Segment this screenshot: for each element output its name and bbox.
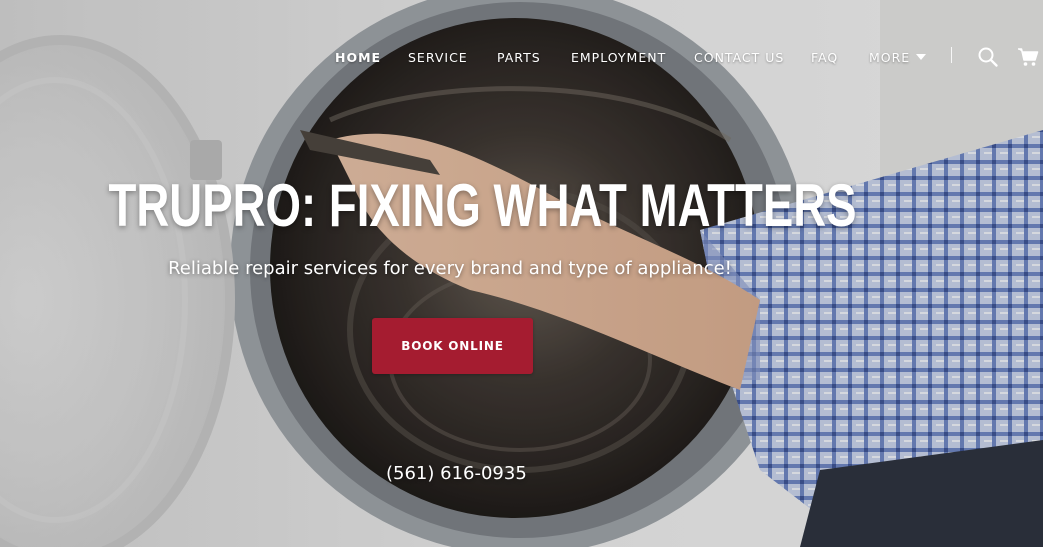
nav-item-more[interactable]: MORE xyxy=(869,44,927,72)
nav-divider xyxy=(951,47,952,63)
main-nav: HOME SERVICE PARTS EMPLOYMENT CONTACT US… xyxy=(0,44,1043,72)
nav-item-service[interactable]: SERVICE xyxy=(408,44,468,72)
search-icon[interactable] xyxy=(977,46,999,68)
nav-item-home[interactable]: HOME xyxy=(335,44,381,72)
chevron-down-icon xyxy=(916,53,927,60)
cart-icon[interactable] xyxy=(1017,46,1039,68)
hero-headline: TRUPRO: FIXING WHAT MATTERS xyxy=(108,172,857,239)
hero-section: HOME SERVICE PARTS EMPLOYMENT CONTACT US… xyxy=(0,0,1043,547)
phone-number-link[interactable]: (561) 616-0935 xyxy=(386,462,527,486)
nav-item-parts[interactable]: PARTS xyxy=(497,44,541,72)
hero-subtext: Reliable repair services for every brand… xyxy=(168,258,732,279)
book-online-button[interactable]: BOOK ONLINE xyxy=(372,318,533,374)
nav-item-contact-us[interactable]: CONTACT US xyxy=(694,44,784,72)
nav-item-faq[interactable]: FAQ xyxy=(811,44,838,72)
nav-item-employment[interactable]: EMPLOYMENT xyxy=(571,44,666,72)
nav-item-more-label: MORE xyxy=(869,50,911,65)
